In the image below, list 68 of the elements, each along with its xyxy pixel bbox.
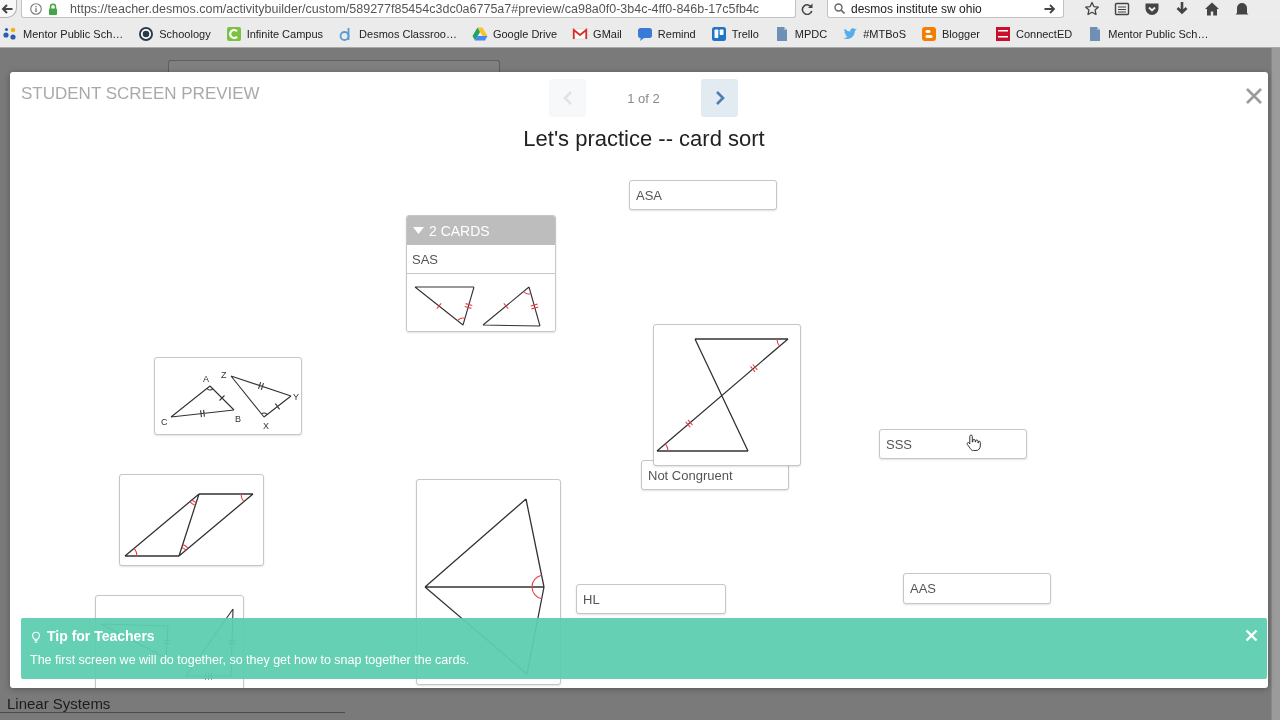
vertex-label: A bbox=[203, 374, 209, 384]
chevron-left-icon bbox=[562, 90, 573, 106]
search-icon bbox=[834, 3, 845, 14]
bookmark-link[interactable]: Mentor Public Sch… bbox=[1087, 25, 1209, 42]
list-icon[interactable] bbox=[1114, 1, 1130, 17]
label-card[interactable]: HL bbox=[576, 584, 726, 614]
chat-bubble-icon bbox=[636, 25, 653, 42]
bookmark-link[interactable]: Schoology bbox=[138, 25, 211, 42]
sidebar-item[interactable]: Linear Systems bbox=[7, 695, 111, 712]
download-icon[interactable] bbox=[1174, 1, 1190, 17]
rounded-tile-icon bbox=[921, 25, 938, 42]
label-card[interactable]: AAS bbox=[903, 573, 1051, 604]
back-button[interactable] bbox=[0, 0, 17, 18]
tip-title: Tip for Teachers bbox=[47, 628, 155, 645]
label-card[interactable]: SSS bbox=[879, 429, 1027, 459]
arrow-right-icon[interactable] bbox=[1044, 3, 1056, 14]
vertex-label: Z bbox=[221, 370, 227, 380]
bookmark-link[interactable]: MPDC bbox=[773, 25, 828, 42]
next-button[interactable] bbox=[701, 79, 738, 117]
tip-text: The first screen we will do together, so they get how to snap together the cards. bbox=[30, 653, 470, 668]
picture-card[interactable]: A Z Y C B X bbox=[154, 357, 302, 435]
activity-title: Let's practice -- card sort bbox=[523, 126, 765, 152]
dialog-heading: STUDENT SCREEN PREVIEW bbox=[21, 84, 260, 103]
bookmark-link[interactable]: Google Drive bbox=[471, 25, 558, 42]
label-card[interactable]: ASA bbox=[629, 180, 777, 210]
hand-cursor-icon bbox=[966, 434, 981, 451]
scrollbar[interactable] bbox=[1271, 48, 1280, 720]
bookmark-link[interactable]: Mentor Public Sch… bbox=[2, 25, 124, 42]
picture-card[interactable] bbox=[653, 324, 801, 466]
bookmark-link[interactable]: Desmos Classroo… bbox=[338, 25, 457, 42]
bookmark-link[interactable]: GMail bbox=[572, 25, 622, 42]
envelope-icon bbox=[572, 25, 589, 42]
bookmark-link[interactable]: Remind bbox=[636, 25, 696, 42]
bell-icon[interactable] bbox=[1234, 1, 1250, 17]
close-icon bbox=[1244, 628, 1258, 642]
dots-icon bbox=[2, 25, 18, 42]
arrow-left-icon bbox=[1, 3, 13, 14]
activity-search-field[interactable] bbox=[168, 60, 500, 72]
triangle-icon bbox=[471, 25, 488, 42]
vertex-label: Y bbox=[293, 392, 299, 402]
lightbulb-icon bbox=[32, 630, 40, 643]
home-icon[interactable] bbox=[1204, 1, 1220, 17]
picture-card[interactable] bbox=[119, 474, 264, 566]
vertex-label: X bbox=[263, 421, 269, 431]
address-field[interactable]: https://teacher.desmos.com/activitybuilder/custom/589277f85454c3dc0a6775a7#preview/ca98a0f0-3b4c-4ff0-846b-17c5fb4c bbox=[21, 0, 796, 18]
close-icon bbox=[1245, 87, 1263, 105]
star-icon[interactable] bbox=[1084, 1, 1100, 17]
picture-card[interactable] bbox=[407, 274, 555, 331]
card-stack[interactable]: 2 CARDS SAS bbox=[406, 215, 556, 332]
page-counter: 1 of 2 bbox=[627, 91, 660, 106]
square-tile-icon bbox=[994, 25, 1011, 42]
bird-icon bbox=[842, 25, 859, 42]
bookmark-link[interactable]: ConnectED bbox=[994, 25, 1073, 42]
bookmark-link[interactable]: #MTBoS bbox=[842, 25, 907, 42]
bookmark-link[interactable]: Trello bbox=[710, 25, 759, 42]
bookmark-link[interactable]: Infinite Campus bbox=[225, 25, 324, 42]
vertex-label: C bbox=[161, 417, 168, 427]
search-field[interactable]: desmos institute sw ohio bbox=[827, 0, 1064, 18]
reload-icon bbox=[801, 3, 813, 15]
chevron-right-icon bbox=[714, 90, 725, 106]
tile-icon bbox=[225, 25, 242, 42]
ring-icon bbox=[138, 25, 155, 42]
vertex-label: B bbox=[235, 414, 241, 424]
info-icon[interactable] bbox=[30, 2, 42, 15]
bookmark-link[interactable]: Blogger bbox=[921, 25, 980, 42]
board-icon bbox=[710, 25, 727, 42]
lock-icon bbox=[48, 2, 58, 15]
shield-icon[interactable] bbox=[1144, 1, 1160, 17]
